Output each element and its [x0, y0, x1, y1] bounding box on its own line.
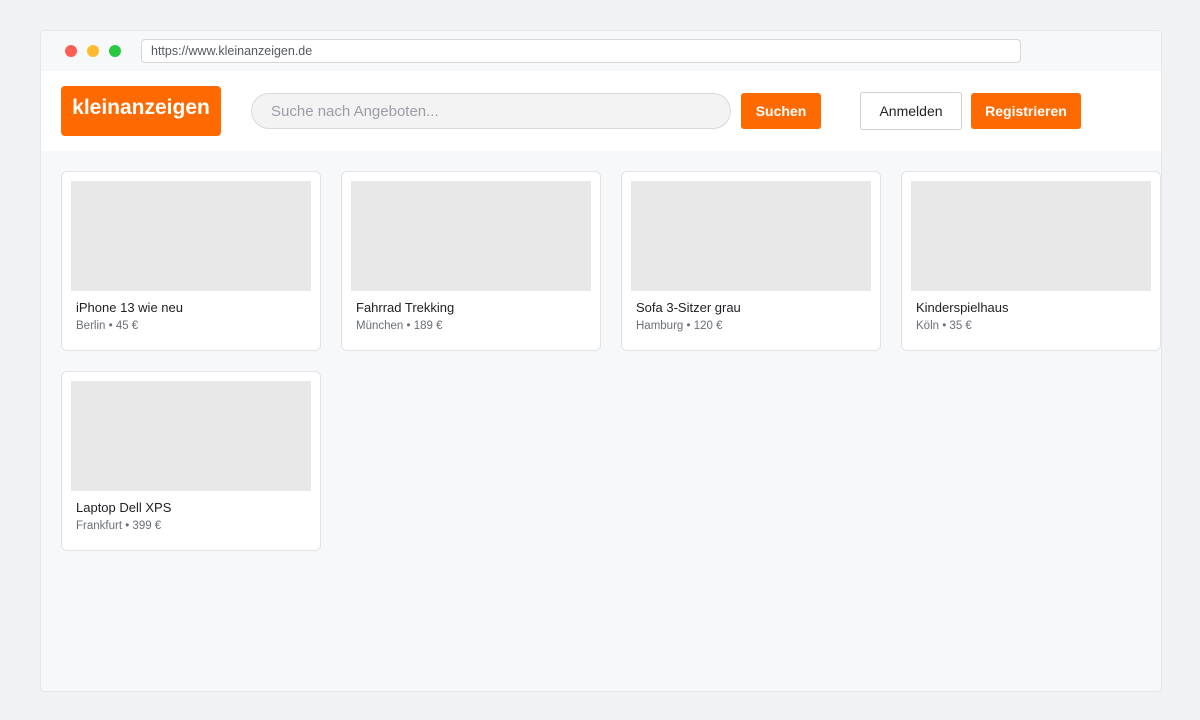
listing-card[interactable]: iPhone 13 wie neu Berlin • 45 €	[61, 171, 321, 351]
listing-image[interactable]	[351, 181, 591, 291]
browser-window: https://www.kleinanzeigen.de kleinanzeig…	[40, 30, 1162, 692]
search-button[interactable]: Suchen	[741, 93, 821, 129]
listing-title[interactable]: iPhone 13 wie neu	[76, 300, 183, 315]
address-bar[interactable]: https://www.kleinanzeigen.de	[141, 39, 1021, 63]
listing-title[interactable]: Laptop Dell XPS	[76, 500, 171, 515]
listing-card[interactable]: Fahrrad Trekking München • 189 €	[341, 171, 601, 351]
browser-toolbar: https://www.kleinanzeigen.de	[41, 31, 1161, 71]
register-button[interactable]: Registrieren	[971, 93, 1081, 129]
search-input[interactable]	[251, 93, 731, 129]
listing-title[interactable]: Fahrrad Trekking	[356, 300, 454, 315]
close-window-icon[interactable]	[65, 45, 77, 57]
listing-card[interactable]: Sofa 3-Sitzer grau Hamburg • 120 €	[621, 171, 881, 351]
listing-title[interactable]: Kinderspielhaus	[916, 300, 1009, 315]
login-button[interactable]: Anmelden	[860, 92, 962, 130]
listing-meta: Frankfurt • 399 €	[76, 520, 162, 532]
site-logo[interactable]: kleinanzeigen	[61, 86, 221, 136]
listing-card[interactable]: Laptop Dell XPS Frankfurt • 399 €	[61, 371, 321, 551]
listing-meta: Köln • 35 €	[916, 320, 972, 332]
listing-title[interactable]: Sofa 3-Sitzer grau	[636, 300, 741, 315]
listing-meta: Berlin • 45 €	[76, 320, 139, 332]
listing-meta: München • 189 €	[356, 320, 443, 332]
maximize-window-icon[interactable]	[109, 45, 121, 57]
listing-card[interactable]: Kinderspielhaus Köln • 35 €	[901, 171, 1161, 351]
listing-image[interactable]	[71, 381, 311, 491]
listing-image[interactable]	[631, 181, 871, 291]
minimize-window-icon[interactable]	[87, 45, 99, 57]
listing-image[interactable]	[911, 181, 1151, 291]
listing-meta: Hamburg • 120 €	[636, 320, 723, 332]
site-header: kleinanzeigen Suchen Anmelden Registrier…	[41, 71, 1161, 151]
listing-image[interactable]	[71, 181, 311, 291]
